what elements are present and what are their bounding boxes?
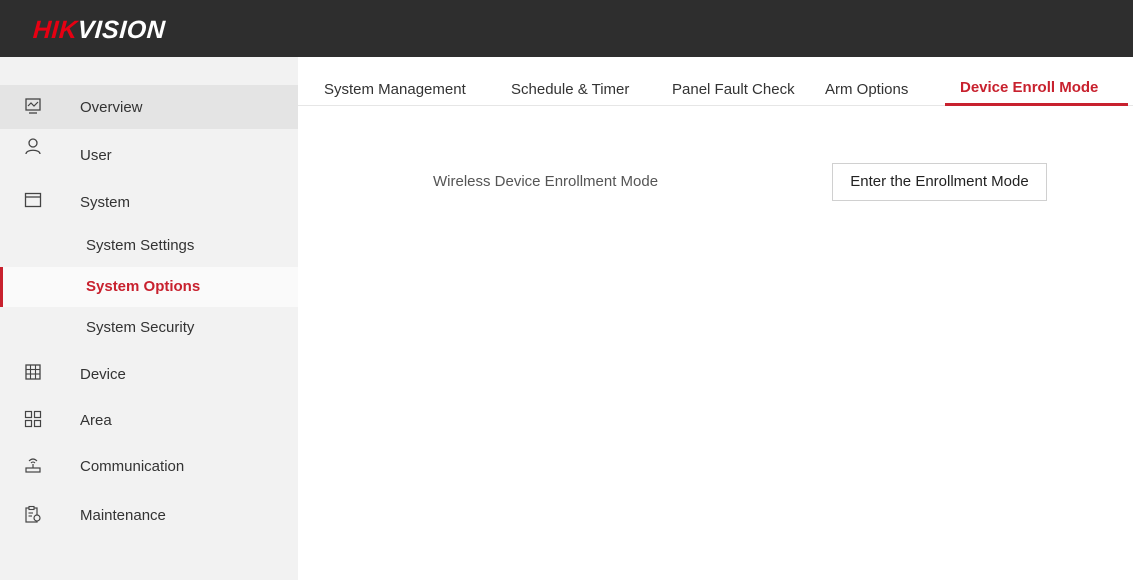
- sidebar-item-label: Device: [80, 366, 126, 383]
- sidebar-item-label: System: [80, 194, 131, 211]
- tab-bar: System Management Schedule & Timer Panel…: [298, 70, 1133, 106]
- clipboard-gear-icon: [25, 505, 41, 523]
- grid-icon: [25, 364, 41, 380]
- tab-arm-options[interactable]: Arm Options: [825, 81, 908, 98]
- tab-system-management[interactable]: System Management: [324, 81, 466, 98]
- sidebar-item-overview[interactable]: Overview: [0, 85, 298, 129]
- hikvision-logo: HIKVISION: [32, 16, 167, 44]
- sidebar-subitem-system-security[interactable]: System Security: [0, 308, 298, 348]
- monitor-icon: [25, 98, 41, 114]
- sidebar-item-label: Area: [80, 412, 112, 429]
- sidebar: Overview User System System Settings Sys…: [0, 57, 298, 580]
- four-squares-icon: [24, 410, 42, 428]
- tab-schedule-timer[interactable]: Schedule & Timer: [511, 81, 629, 98]
- sidebar-subitem-label: System Security: [86, 319, 195, 336]
- wireless-enrollment-label: Wireless Device Enrollment Mode: [433, 173, 659, 190]
- sidebar-item-label: User: [80, 147, 112, 164]
- tab-panel-fault-check[interactable]: Panel Fault Check: [672, 81, 795, 98]
- sidebar-item-area[interactable]: Area: [0, 398, 298, 442]
- sidebar-item-maintenance[interactable]: Maintenance: [0, 493, 298, 537]
- sidebar-item-label: Overview: [80, 99, 143, 116]
- router-icon: [25, 458, 41, 473]
- sidebar-item-label: Maintenance: [80, 507, 166, 524]
- sidebar-item-label: Communication: [80, 458, 185, 475]
- sidebar-item-device[interactable]: Device: [0, 352, 298, 396]
- sidebar-subitem-system-settings[interactable]: System Settings: [0, 226, 298, 266]
- sidebar-subitem-system-options[interactable]: System Options: [0, 267, 298, 307]
- sidebar-item-system[interactable]: System: [0, 179, 298, 223]
- active-tab-indicator: [945, 103, 1128, 106]
- user-icon: [25, 138, 41, 155]
- tab-device-enroll-mode[interactable]: Device Enroll Mode: [960, 79, 1098, 96]
- sidebar-subitem-label: System Options: [86, 278, 201, 295]
- sidebar-item-user[interactable]: User: [0, 133, 298, 177]
- sidebar-item-communication[interactable]: Communication: [0, 444, 298, 488]
- enter-enrollment-mode-button[interactable]: Enter the Enrollment Mode: [832, 163, 1047, 201]
- sidebar-subitem-label: System Settings: [86, 237, 195, 254]
- top-bar: HIKVISION: [0, 0, 1133, 57]
- window-icon: [24, 192, 42, 208]
